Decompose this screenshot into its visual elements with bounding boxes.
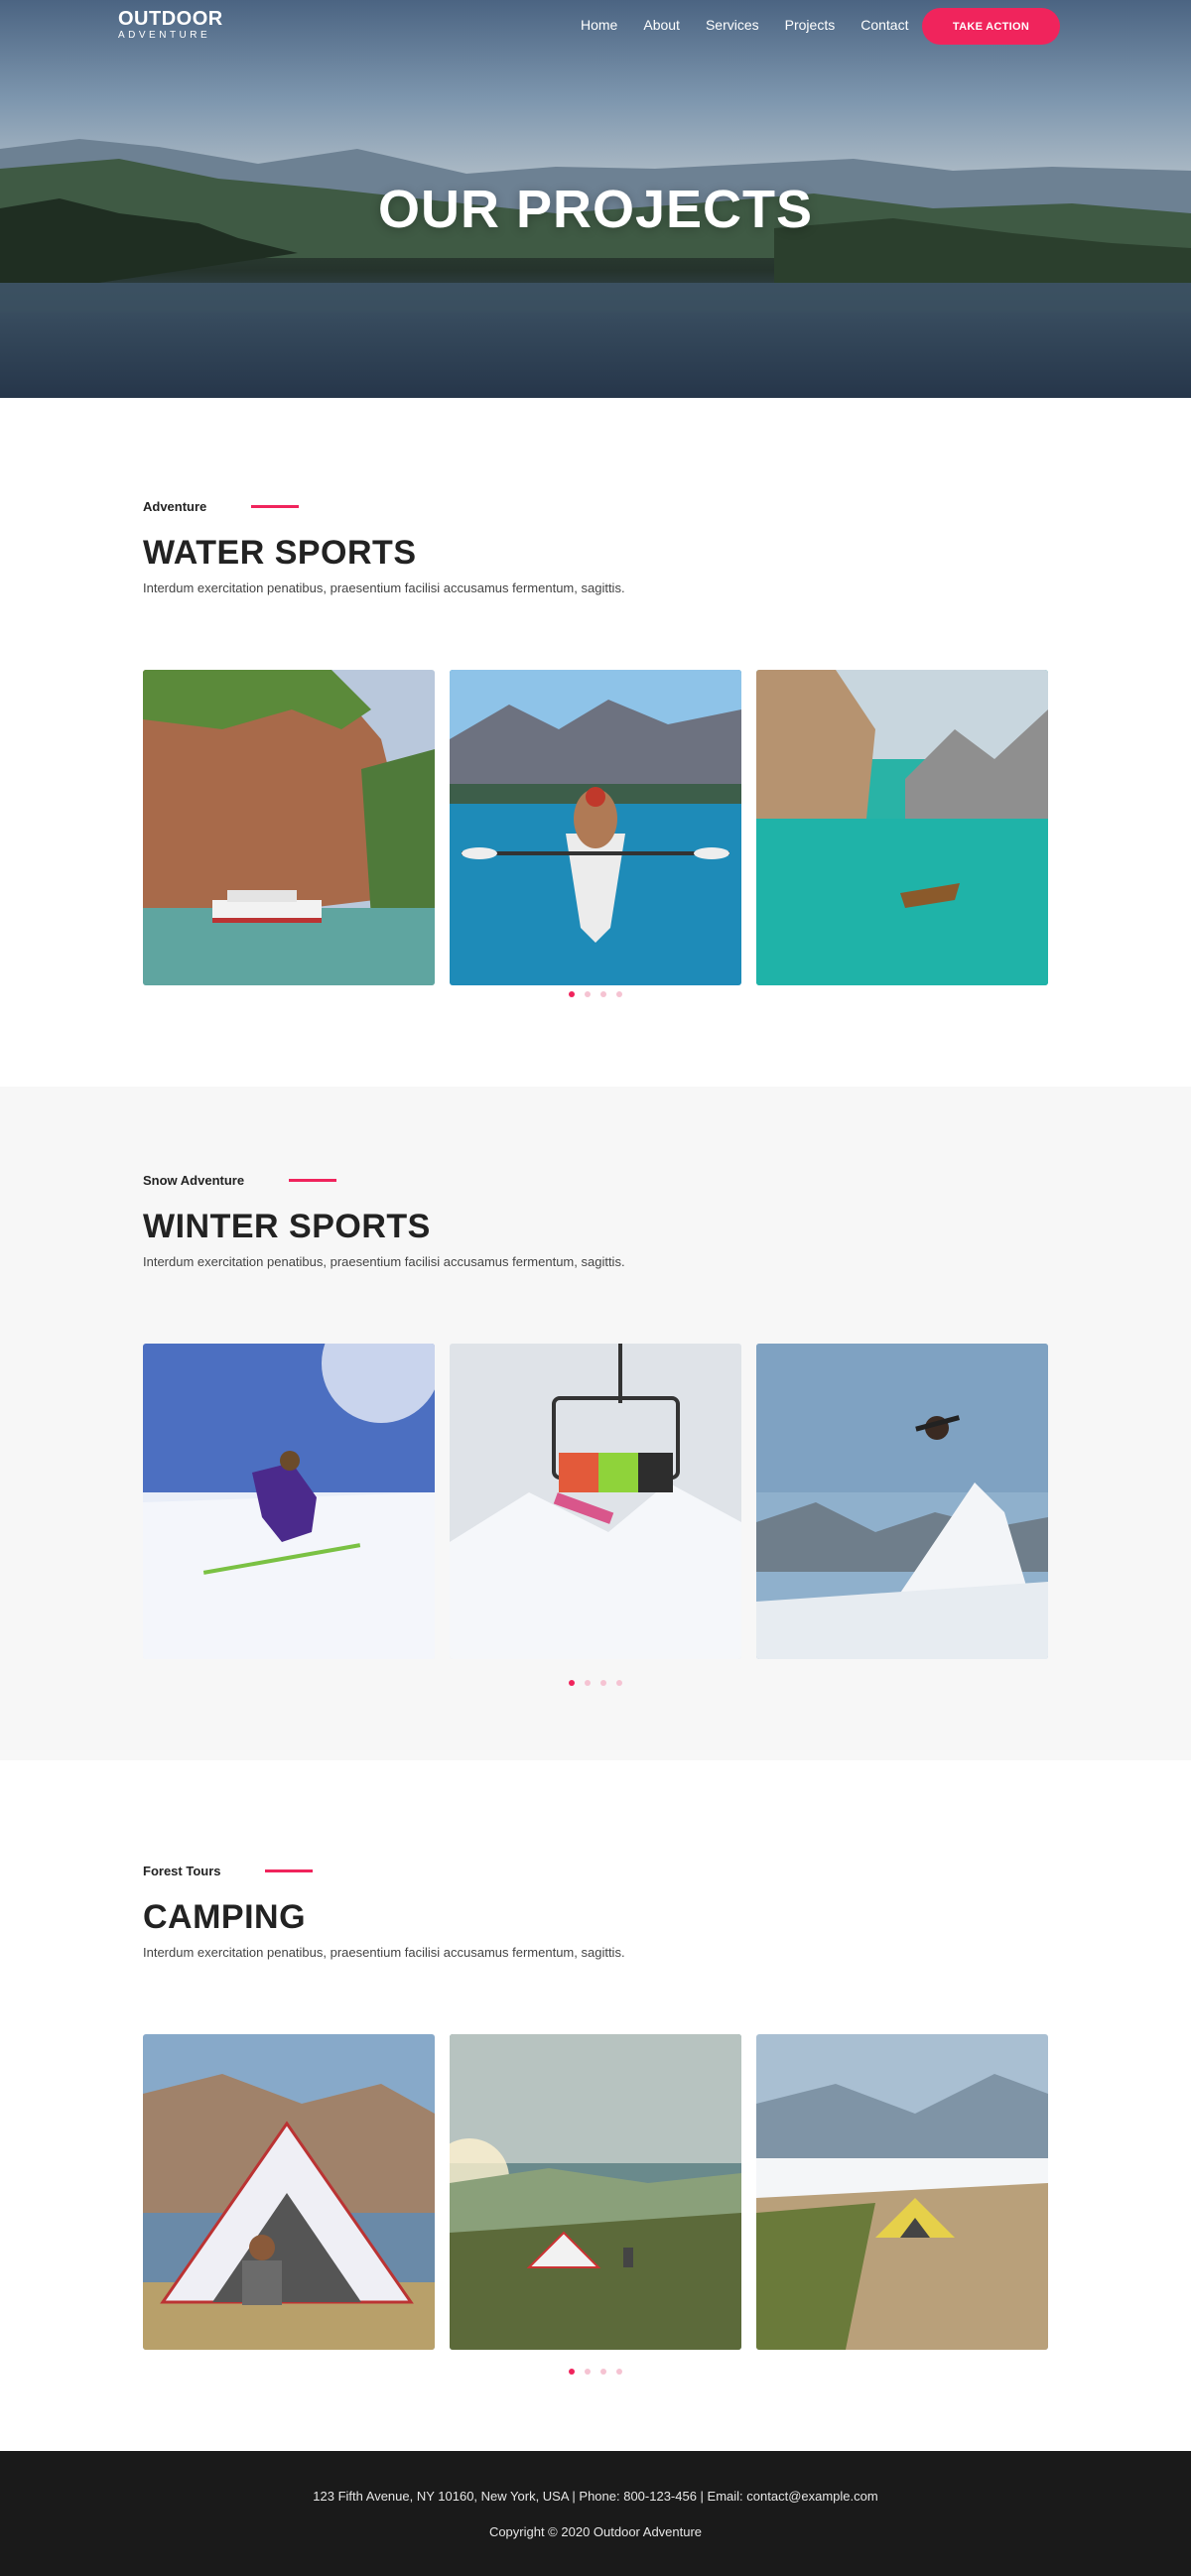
brand-name: OUTDOOR (118, 8, 223, 30)
carousel-dot[interactable] (616, 1680, 622, 1686)
carousel-dot[interactable] (569, 1680, 575, 1686)
section-title: WATER SPORTS (143, 534, 417, 572)
accent-divider (250, 505, 299, 509)
section-kicker: Snow Adventure (143, 1173, 245, 1189)
camping-section: Forest Tours CAMPING Interdum exercitati… (0, 1760, 1191, 2451)
carousel-pagination (0, 991, 1191, 997)
nav-item-home[interactable]: Home (581, 17, 617, 33)
main-navigation: OUTDOOR ADVENTURE Home About Services Pr… (0, 0, 1191, 52)
carousel-dot[interactable] (585, 2369, 591, 2375)
project-carousel (143, 2034, 1048, 2350)
project-image-tent-sunset[interactable] (450, 2034, 741, 2350)
carousel-pagination (0, 1680, 1191, 1686)
hero-banner: OUTDOOR ADVENTURE Home About Services Pr… (0, 0, 1191, 398)
footer-contact-info: 123 Fifth Avenue, NY 10160, New York, US… (313, 2489, 878, 2504)
project-carousel (143, 670, 1048, 985)
section-description: Interdum exercitation penatibus, praesen… (143, 1945, 625, 1960)
carousel-dot[interactable] (585, 991, 591, 997)
section-title: WINTER SPORTS (143, 1208, 431, 1245)
nav-menu: Home About Services Projects Contact (581, 17, 934, 33)
footer-copyright: Copyright © 2020 Outdoor Adventure (488, 2524, 703, 2539)
project-image-tent-lake[interactable] (143, 2034, 435, 2350)
take-action-button[interactable]: TAKE ACTION (922, 8, 1060, 45)
section-title: CAMPING (143, 1898, 307, 1936)
project-image-kayak[interactable] (450, 670, 741, 985)
section-kicker: Adventure (143, 499, 207, 515)
project-image-lake-boat[interactable] (756, 670, 1048, 985)
project-image-cliff-boat[interactable] (143, 670, 435, 985)
nav-item-projects[interactable]: Projects (785, 17, 836, 33)
project-image-tent-clouds[interactable] (756, 2034, 1048, 2350)
brand-tagline: ADVENTURE (118, 30, 211, 41)
section-description: Interdum exercitation penatibus, praesen… (143, 1254, 625, 1269)
carousel-dot[interactable] (600, 991, 606, 997)
page-title: OUR PROJECTS (377, 180, 814, 239)
nav-item-contact[interactable]: Contact (860, 17, 908, 33)
project-carousel (143, 1344, 1048, 1659)
carousel-dot[interactable] (600, 1680, 606, 1686)
section-description: Interdum exercitation penatibus, praesen… (143, 580, 625, 595)
project-image-chairlift[interactable] (450, 1344, 741, 1659)
section-kicker: Forest Tours (143, 1864, 221, 1879)
carousel-pagination (0, 2369, 1191, 2375)
carousel-dot[interactable] (585, 1680, 591, 1686)
carousel-dot[interactable] (569, 2369, 575, 2375)
winter-sports-section: Snow Adventure WINTER SPORTS Interdum ex… (0, 1087, 1191, 1760)
water-sports-section: Adventure WATER SPORTS Interdum exercita… (0, 398, 1191, 1087)
carousel-dot[interactable] (616, 2369, 622, 2375)
carousel-dot[interactable] (616, 991, 622, 997)
brand-logo[interactable]: OUTDOOR ADVENTURE (118, 9, 223, 42)
nav-item-services[interactable]: Services (706, 17, 759, 33)
nav-item-about[interactable]: About (643, 17, 680, 33)
carousel-dot[interactable] (600, 2369, 606, 2375)
accent-divider (288, 1179, 336, 1183)
site-footer: 123 Fifth Avenue, NY 10160, New York, US… (0, 2451, 1191, 2576)
project-image-skier[interactable] (143, 1344, 435, 1659)
carousel-dot[interactable] (569, 991, 575, 997)
accent-divider (264, 1869, 313, 1873)
project-image-snowboard-jump[interactable] (756, 1344, 1048, 1659)
